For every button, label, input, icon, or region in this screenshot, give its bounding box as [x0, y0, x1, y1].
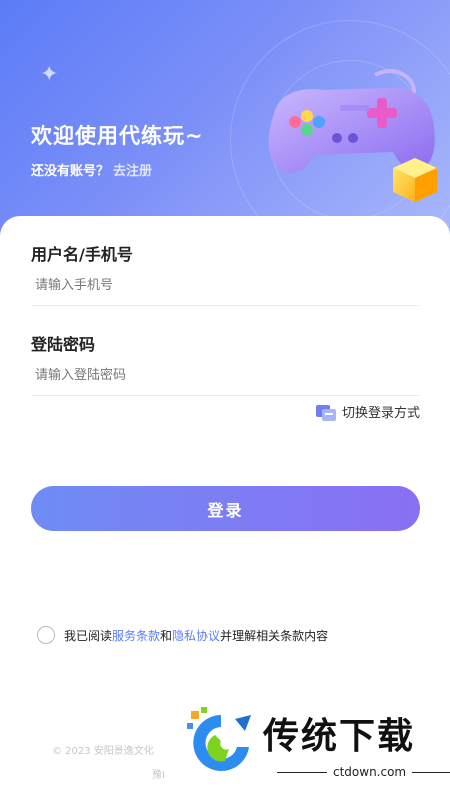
login-button[interactable]: 登录: [31, 486, 420, 531]
agreement-checkbox[interactable]: [37, 626, 55, 644]
agreement-suffix: 并理解相关条款内容: [220, 628, 329, 643]
agreement-and: 和: [160, 628, 173, 643]
switch-method-icon: [315, 404, 336, 421]
watermark-url: ctdown.com: [333, 765, 407, 779]
switch-login-method-button[interactable]: 切换登录方式: [315, 402, 420, 421]
sparkle-icon: ✦: [40, 62, 59, 87]
terms-link[interactable]: 服务条款: [112, 627, 160, 644]
watermark-title: 传统下载: [263, 716, 416, 757]
switch-login-label: 切换登录方式: [341, 406, 420, 421]
welcome-title: 欢迎使用代练玩~: [31, 124, 204, 148]
watermark-url-row: ctdown.com: [277, 765, 450, 779]
divider: [277, 771, 327, 773]
divider: [412, 771, 450, 773]
agreement-row: 我已阅读 服务条款 和 隐私协议 并理解相关条款内容: [37, 626, 328, 644]
ctdown-logo-icon: [187, 707, 251, 771]
icp-text: 豫I: [152, 770, 165, 781]
password-label: 登陆密码: [31, 335, 96, 354]
agreement-prefix: 我已阅读: [64, 628, 113, 643]
username-input[interactable]: [31, 266, 419, 306]
username-label: 用户名/手机号: [31, 245, 133, 264]
gamepad-illustration-icon: [268, 69, 437, 202]
hero-banner: ✦ 欢迎使用代练玩~ 还没有账号？ 去注册: [0, 0, 450, 240]
copyright-text: © 2023 安阳景逸文化: [52, 746, 154, 757]
watermark: 传统下载 ctdown.com: [175, 693, 450, 800]
register-prompt: 还没有账号？ 去注册: [31, 160, 152, 179]
no-account-text: 还没有账号？: [31, 164, 110, 179]
password-input[interactable]: [31, 356, 419, 396]
privacy-link[interactable]: 隐私协议: [172, 627, 220, 644]
register-link[interactable]: 去注册: [113, 164, 152, 179]
